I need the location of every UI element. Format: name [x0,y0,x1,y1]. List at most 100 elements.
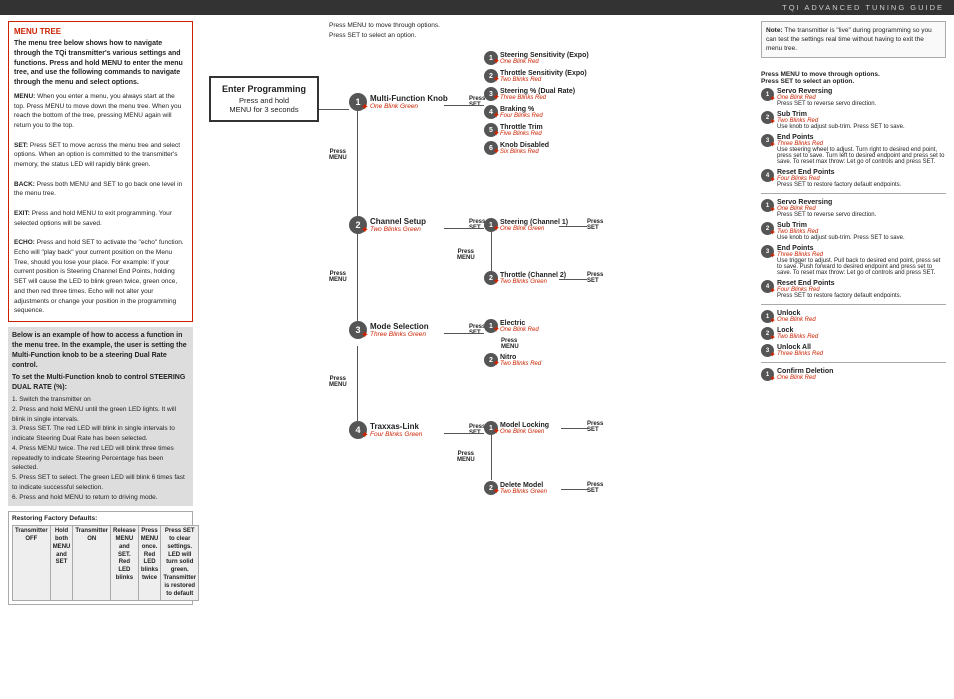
example-title: Below is an example of how to access a f… [12,331,189,370]
menu-1: 1 ✦ Multi-Function Knob One Blink Green [349,93,448,111]
menu-4: 4 ✦ Traxxas-Link Four Blinks Green [349,421,422,439]
col-release: Release MENU and SET. Red LED blinks [111,526,139,601]
ch1-sub-options: Press MENU to move through options.Press… [761,71,946,385]
mode-1: Electric [500,320,539,327]
ml-sub: One Blink Green [500,429,549,435]
channel-1: 1 ✦ Steering (Channel 1)One Blink Green [484,218,568,232]
left-panel: MENU TREE The menu tree below shows how … [8,21,193,671]
ml-sub-3-label: Unlock All [777,344,823,351]
confirm-deletion-section: 1 ✦ Confirm Deletion One Blink Red [761,362,946,381]
menu-3: 3 ✦ Mode Selection Three Blinks Green [349,321,429,339]
ch1-sub-4-label: Reset End Points [777,169,901,176]
entry-sub: Press and hold MENU for 3 seconds [219,96,309,114]
ch1-label: Steering (Channel 1) [500,219,568,226]
ch1-sub-3-label: End Points [777,134,946,141]
press-set-ch1: PressSET [587,219,603,231]
press-menu-2-3: PressMENU [329,271,347,283]
menu-desc-back: Press both MENU and SET to go back one l… [14,181,182,198]
ch2-sub-1: 1 ✦ Servo Reversing One Blink Red Press … [761,199,946,218]
ch2-sub-3-label: End Points [777,245,946,252]
mode-1-sub: One Blink Red [500,327,539,333]
top-info-line1: Press MENU to move through options. [329,21,440,31]
menu-tree-intro: The menu tree below shows how to navigat… [14,39,187,88]
example-subtitle: To set the Multi-Function knob to contro… [12,373,189,393]
ch1-sub-3: 3 ✦ End Points Three Blinks Red Use stee… [761,134,946,165]
opt-1-2: Throttle Sensitivity (Expo) [500,70,587,77]
ml-sub-2: 2 ✦ Lock Two Blinks Red [761,327,946,340]
top-info-line2: Press SET to select an option. [329,31,440,41]
menu-1-labels: Multi-Function Knob One Blink Green [370,94,448,110]
menu-tree-box: MENU TREE The menu tree below shows how … [8,21,193,322]
vline-3-4 [357,346,358,421]
menu-term-echo: ECHO: [14,239,37,246]
ml-sub-3-sub: Three Blinks Red [777,351,823,357]
menu-4-label: Traxxas-Link [370,422,422,431]
ml-sub-1-sub: One Blink Red [777,317,816,323]
ml-sub-3: 3 ✦ Unlock All Three Blinks Red [761,344,946,357]
menu-2-sublabel: Two Blinks Green [370,226,426,233]
press-menu-mode: PressMENU [501,338,541,350]
opt-1-5: Throttle Trim [500,124,543,131]
main-content: MENU TREE The menu tree below shows how … [0,15,954,677]
opt-1-1-sub: One Blink Red [500,59,589,65]
ch1-sub-3-desc: Use steering wheel to adjust. Turn right… [777,147,946,165]
line-2-to-ch [444,228,484,229]
line-entry-to-1 [319,109,349,110]
center-panel: Press MENU to move through options. Pres… [199,21,755,671]
vline-2-3 [357,241,358,321]
page: TQi ADVANCED TUNING GUIDE MENU TREE The … [0,0,954,699]
press-set-dm: PressSET [587,482,603,494]
ch1-sub-2: 2 ✦ Sub Trim Two Blinks Red Use knob to … [761,111,946,130]
press-set-4: PressSET [469,424,485,436]
menu-desc-menu: When you enter a menu, you always start … [14,93,181,129]
model-locking: 1 ✦ Model LockingOne Blink Green [484,421,549,435]
line-4 [444,433,484,434]
ml-sub-2-label: Lock [777,327,818,334]
opt-1-4: Braking % [500,106,543,113]
menu-1-sublabel: One Blink Green [370,103,448,110]
ch2-sub-2-label: Sub Trim [777,222,905,229]
ch1-sub-2-desc: Use knob to adjust sub-trim. Press SET t… [777,124,905,130]
ml-sub-1: 1 ✦ Unlock One Blink Red [761,310,946,323]
ml-label: Model Locking [500,422,549,429]
menu-3-sublabel: Three Blinks Green [370,331,429,338]
press-menu-ch1-info: Press MENU to move through options.Press… [761,71,946,85]
menu-desc-echo: Press and hold SET to activate the "echo… [14,239,184,314]
press-set-3: PressSET [469,324,485,336]
top-info: Press MENU to move through options. Pres… [329,21,440,41]
ch2-sub-4-label: Reset End Points [777,280,901,287]
press-menu-3-4: PressMENU [329,376,347,388]
cd-label: Confirm Deletion [777,368,833,375]
header: TQi ADVANCED TUNING GUIDE [0,0,954,15]
note-text: The transmitter is "live" during program… [766,27,932,52]
ch2-sub-2: 2 ✦ Sub Trim Two Blinks Red Use knob to … [761,222,946,241]
ch2-sub-3: 3 ✦ End Points Three Blinks Red Use trig… [761,245,946,276]
menu-1-options: 1 ✦ Steering Sensitivity (Expo)One Blink… [484,51,589,159]
dm-label: Delete Model [500,482,547,489]
press-set-2: PressSET [469,219,485,231]
note-box: Note: The transmitter is "live" during p… [761,21,946,58]
factory-defaults: Restoring Factory Defaults: Transmitter … [8,511,193,605]
opt-1-1: Steering Sensitivity (Expo) [500,52,589,59]
line-1-to-opts [444,105,484,106]
ch1-sub-1-label: Servo Reversing [777,88,876,95]
menu-desc-set: Press SET to move across the menu tree a… [14,142,180,169]
ch2-sub: Two Blinks Green [500,279,566,285]
line-3 [444,333,484,334]
ch1-sub-1: 1 ✦ Servo Reversing One Blink Red Press … [761,88,946,107]
ml-sub-options: 1 ✦ Unlock One Blink Red 2 ✦ [761,304,946,357]
ch2-sub-2-desc: Use knob to adjust sub-trim. Press SET t… [777,235,905,241]
entry-box: Enter Programming Press and hold MENU fo… [209,76,319,122]
ch1-sub: One Blink Green [500,226,568,232]
menu-1-star: ✦ [361,102,369,113]
menu-term-set: SET: [14,142,30,149]
ch1-sub-2-label: Sub Trim [777,111,905,118]
ch2-sub-4: 4 ✦ Reset End Points Four Blinks Red Pre… [761,280,946,299]
confirm-deletion: 1 ✦ Confirm Deletion One Blink Red [761,368,946,381]
ch2-sub-3-desc: Use trigger to adjust. Pull back to desi… [777,258,946,276]
opt-1-2-sub: Two Blinks Red [500,77,587,83]
col-press-menu: Press MENU once. Red LED blinks twice [138,526,161,601]
col-off: Transmitter OFF [13,526,51,601]
mode-2-sub: Two Blinks Red [500,361,541,367]
press-set-1: PressSET [469,96,485,108]
